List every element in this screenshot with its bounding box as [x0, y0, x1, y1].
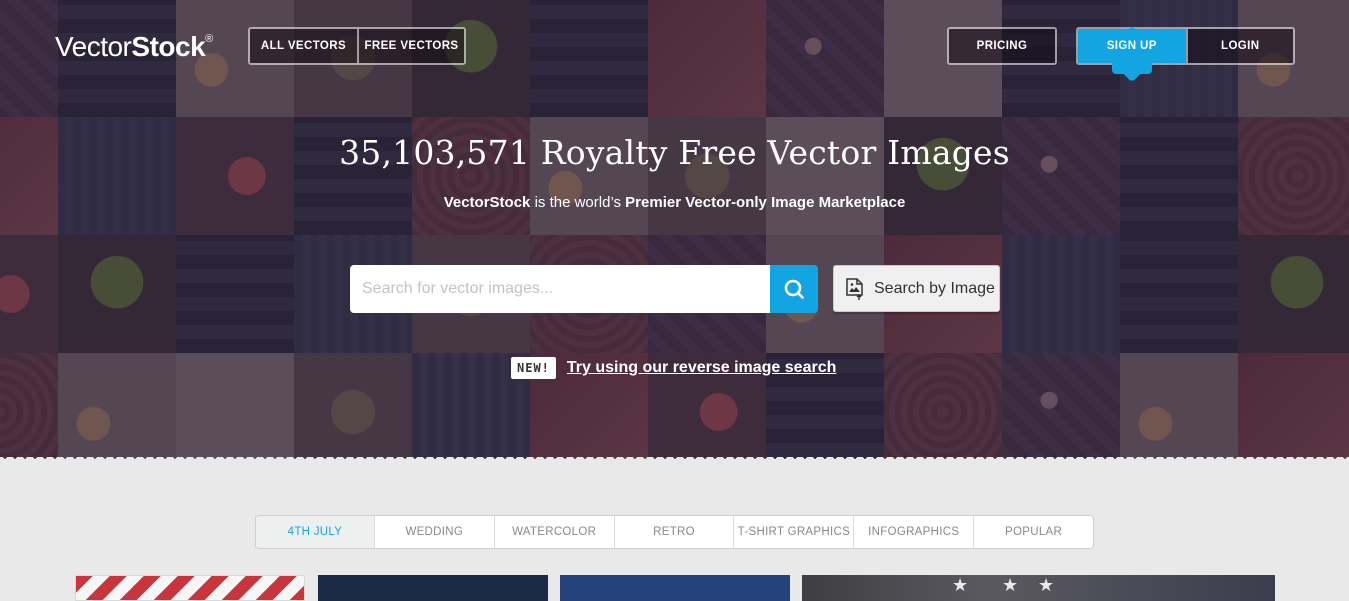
search-bar: [350, 265, 818, 313]
gallery-thumb[interactable]: [560, 575, 790, 601]
tab-wedding[interactable]: WEDDING: [373, 516, 494, 548]
registered-mark: ®: [205, 33, 213, 45]
logo-light-text: Vector: [55, 31, 132, 62]
hero-banner: VectorStock® ALL VECTORS FREE VECTORS PR…: [0, 0, 1349, 466]
reverse-image-search-link[interactable]: Try using our reverse image search: [567, 359, 836, 377]
tab-retro[interactable]: RETRO: [613, 516, 734, 548]
all-vectors-button[interactable]: ALL VECTORS: [250, 29, 357, 63]
gallery-thumb[interactable]: ★ ★ ★: [802, 575, 1275, 601]
star-icon: ★: [1038, 575, 1055, 596]
auth-nav: SIGN UP LOGIN: [1076, 25, 1295, 83]
tagline-brand: VectorStock: [443, 194, 531, 211]
vector-type-nav: ALL VECTORS FREE VECTORS: [248, 27, 466, 65]
page-tagline: VectorStock is the world’s Premier Vecto…: [0, 194, 1349, 211]
tab-popular[interactable]: POPULAR: [973, 516, 1093, 548]
gallery-thumb[interactable]: [75, 575, 305, 601]
pricing-nav: PRICING: [947, 27, 1057, 65]
star-icon: ★: [952, 575, 969, 596]
search-by-image-label: Search by Image: [874, 279, 995, 297]
image-upload-icon: [846, 277, 863, 300]
login-button[interactable]: LOGIN: [1185, 29, 1293, 63]
tab-watercolor[interactable]: WATERCOLOR: [493, 516, 614, 548]
page-headline: 35,103,571 Royalty Free Vector Images: [339, 133, 1010, 172]
logo-bold-text: Stock: [131, 31, 206, 62]
new-badge: NEW!: [511, 357, 556, 379]
category-tabs: 4TH JULY WEDDING WATERCOLOR RETRO T-SHIRT GR…: [255, 515, 1094, 549]
vectorstock-logo[interactable]: VectorStock®: [55, 31, 213, 63]
sign-up-label: SIGN UP: [1106, 40, 1157, 52]
tagline-mid: is the world’s: [530, 194, 626, 211]
free-vectors-button[interactable]: FREE VECTORS: [356, 29, 464, 63]
star-icon: ★: [1002, 575, 1019, 596]
pricing-button[interactable]: PRICING: [949, 29, 1055, 63]
reverse-search-promo: NEW! Try using our reverse image search: [511, 357, 836, 379]
sign-up-button[interactable]: SIGN UP: [1078, 25, 1186, 83]
tab-4th-july[interactable]: 4TH JULY: [256, 516, 374, 548]
tagline-strong: Premier Vector-only Image Marketplace: [625, 194, 906, 211]
hero-zigzag-edge: [0, 457, 1349, 466]
search-by-image-button[interactable]: Search by Image: [833, 265, 1000, 312]
search-icon: [784, 279, 804, 299]
search-input[interactable]: [350, 265, 770, 313]
gallery-thumb[interactable]: [318, 575, 548, 601]
tab-t-shirt-graphics[interactable]: T-SHIRT GRAPHICS: [733, 516, 854, 548]
tab-infographics[interactable]: INFOGRAPHICS: [853, 516, 974, 548]
search-button[interactable]: [770, 265, 818, 313]
